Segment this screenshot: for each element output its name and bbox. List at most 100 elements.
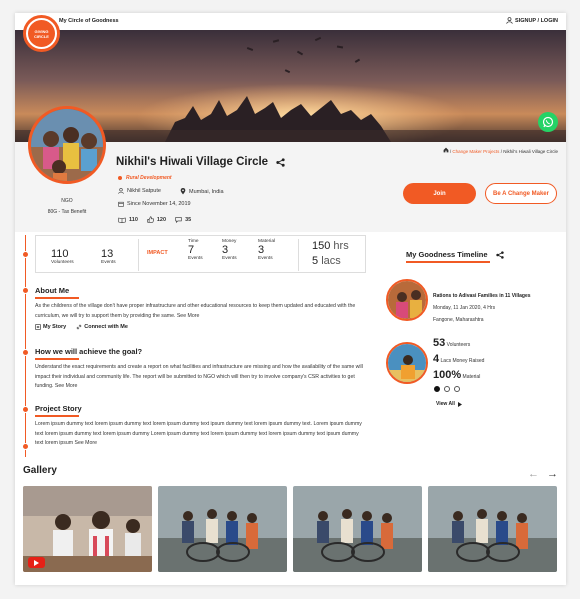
stat-time: Time 7 Events (188, 239, 203, 261)
goal-title: How we will achieve the goal? (35, 347, 142, 360)
comment-icon[interactable] (175, 216, 182, 223)
user-icon (506, 17, 513, 24)
category-dot-icon (118, 176, 122, 180)
breadcrumb-current: Nikhil's Hiwali Village Circle (503, 149, 558, 154)
join-button[interactable]: Join (403, 183, 476, 204)
carousel-dot[interactable] (434, 386, 440, 392)
be-a-change-maker-button[interactable]: Be A Change Maker (485, 183, 557, 204)
impact-label: IMPACT (147, 250, 168, 256)
stat-money-events: Events (222, 256, 237, 261)
comments-count: 35 (185, 216, 192, 223)
arrow-right-icon[interactable]: → (547, 468, 558, 480)
impact-volunteers: 53 Volunteers (433, 337, 470, 349)
stat-money-num: 3 (222, 244, 229, 256)
stat-material-events: Events (258, 256, 273, 261)
about-links: My Story Connect with Me (35, 324, 128, 330)
stat-money: Money 3 Events (222, 239, 237, 261)
whatsapp-icon (542, 116, 554, 128)
timeline-dot (22, 287, 29, 294)
top-bar: My Circle of Goodness SIGNUP / LOGIN (15, 13, 566, 30)
stat-material: Material 3 Events (258, 239, 275, 261)
connect-label: Connect with Me (84, 324, 128, 330)
logo-text-line2: CIRCLE (34, 33, 49, 39)
carousel-dot[interactable] (444, 386, 450, 392)
story-icon (35, 324, 41, 330)
link-icon (77, 324, 82, 330)
content-timeline-line (25, 235, 26, 457)
caret-right-icon (457, 401, 462, 407)
stat-hours: 150 hrs (312, 240, 349, 252)
story-title: Project Story (35, 404, 82, 417)
connect-link[interactable]: Connect with Me (76, 324, 128, 330)
goodness-timeline-title: My Goodness Timeline (406, 250, 488, 259)
like-icon[interactable] (147, 216, 154, 223)
carousel-dots (434, 386, 460, 392)
timeline-dot (22, 349, 29, 356)
breadcrumb-link[interactable]: Change Maker Projects (452, 149, 499, 154)
stat-volunteers: 110 Volunteers (51, 248, 74, 265)
about-title: About Me (35, 286, 79, 299)
page: My Circle of Goodness SIGNUP / LOGIN GIV… (15, 13, 566, 585)
org-info: NGO 80G - Tax Benefit (27, 196, 107, 218)
location-text: Mumbai, India (189, 188, 224, 195)
event-photo[interactable] (386, 279, 428, 321)
impact-material-num: 100% (433, 369, 462, 381)
share-icon[interactable] (276, 157, 285, 167)
view-all-label: View All (436, 401, 455, 407)
event-date: Monday, 11 Jan 2020, 4 Hrs (433, 305, 496, 311)
brand-name[interactable]: My Circle of Goodness (59, 18, 119, 24)
impact-money-num: 4 (433, 353, 440, 365)
impact-material-label: Material (462, 374, 481, 380)
stat-events: 13 Events (101, 248, 116, 265)
story-text: Lorem ipsum dummy text lorem ipsum dummy… (35, 421, 362, 446)
page-title: Nikhil's Hiwali Village Circle (116, 156, 269, 168)
event-title[interactable]: Rations to Adivasi Families in 11 Villag… (433, 293, 531, 299)
carousel-dot[interactable] (454, 386, 460, 392)
share-icon[interactable] (495, 250, 504, 259)
gallery-image[interactable] (293, 486, 422, 572)
my-story-link[interactable]: My Story (35, 324, 66, 330)
engagement-counts: 110 120 35 (118, 216, 191, 223)
location-pin-icon (180, 188, 186, 195)
view-all-link[interactable]: View All (436, 401, 462, 407)
impact-money: 4 Lacs Money Raised (433, 353, 484, 365)
stat-volunteers-num: 110 (51, 248, 69, 260)
gallery-video[interactable] (23, 486, 152, 572)
category-label: Rural Development (126, 175, 172, 181)
stat-events-num: 13 (101, 248, 114, 260)
timeline-dot (22, 251, 29, 258)
timeline-dot (22, 406, 29, 413)
gallery-arrows: ← → (528, 468, 558, 480)
stats-divider (138, 239, 139, 271)
goal-text: Understand the exact requirements and cr… (35, 364, 363, 389)
event-place: Fangone, Maharashtra (433, 317, 484, 323)
calendar-icon (118, 201, 124, 207)
impact-photo (386, 342, 428, 384)
impact-volunteers-num: 53 (433, 337, 446, 349)
home-icon[interactable] (443, 147, 449, 153)
since-text: Since November 14, 2019 (127, 201, 191, 207)
stat-lacs-num: 5 (312, 255, 319, 267)
stat-hours-unit: hrs (333, 240, 349, 252)
timeline-dot (22, 443, 29, 450)
impact-volunteers-label: Volunteers (446, 342, 471, 348)
about-text: As the childrens of the village don't ha… (35, 303, 356, 319)
tax-benefit-label: 80G - Tax Benefit (47, 209, 87, 215)
goodness-timeline: My Goodness Timeline Rations to Adivasi … (384, 235, 566, 459)
youtube-play-icon[interactable] (28, 557, 45, 568)
gallery-image[interactable] (428, 486, 557, 572)
gallery-image[interactable] (158, 486, 287, 572)
whatsapp-share-button[interactable] (538, 112, 558, 132)
since-info: Since November 14, 2019 (118, 201, 191, 207)
owner-name[interactable]: Nikhil Satpute (127, 188, 161, 194)
site-logo[interactable]: GIVING CIRCLE (23, 15, 60, 52)
book-icon (118, 217, 126, 223)
circle-title-row: Nikhil's Hiwali Village Circle (116, 156, 285, 168)
stat-time-num: 7 (188, 244, 195, 256)
stat-events-label: Events (101, 260, 116, 265)
signup-login-link[interactable]: SIGNUP / LOGIN (506, 17, 558, 24)
arrow-left-icon[interactable]: ← (528, 468, 539, 480)
gallery-title: Gallery (23, 465, 57, 476)
goodness-timeline-header: My Goodness Timeline (406, 250, 504, 263)
stat-material-num: 3 (258, 244, 265, 256)
